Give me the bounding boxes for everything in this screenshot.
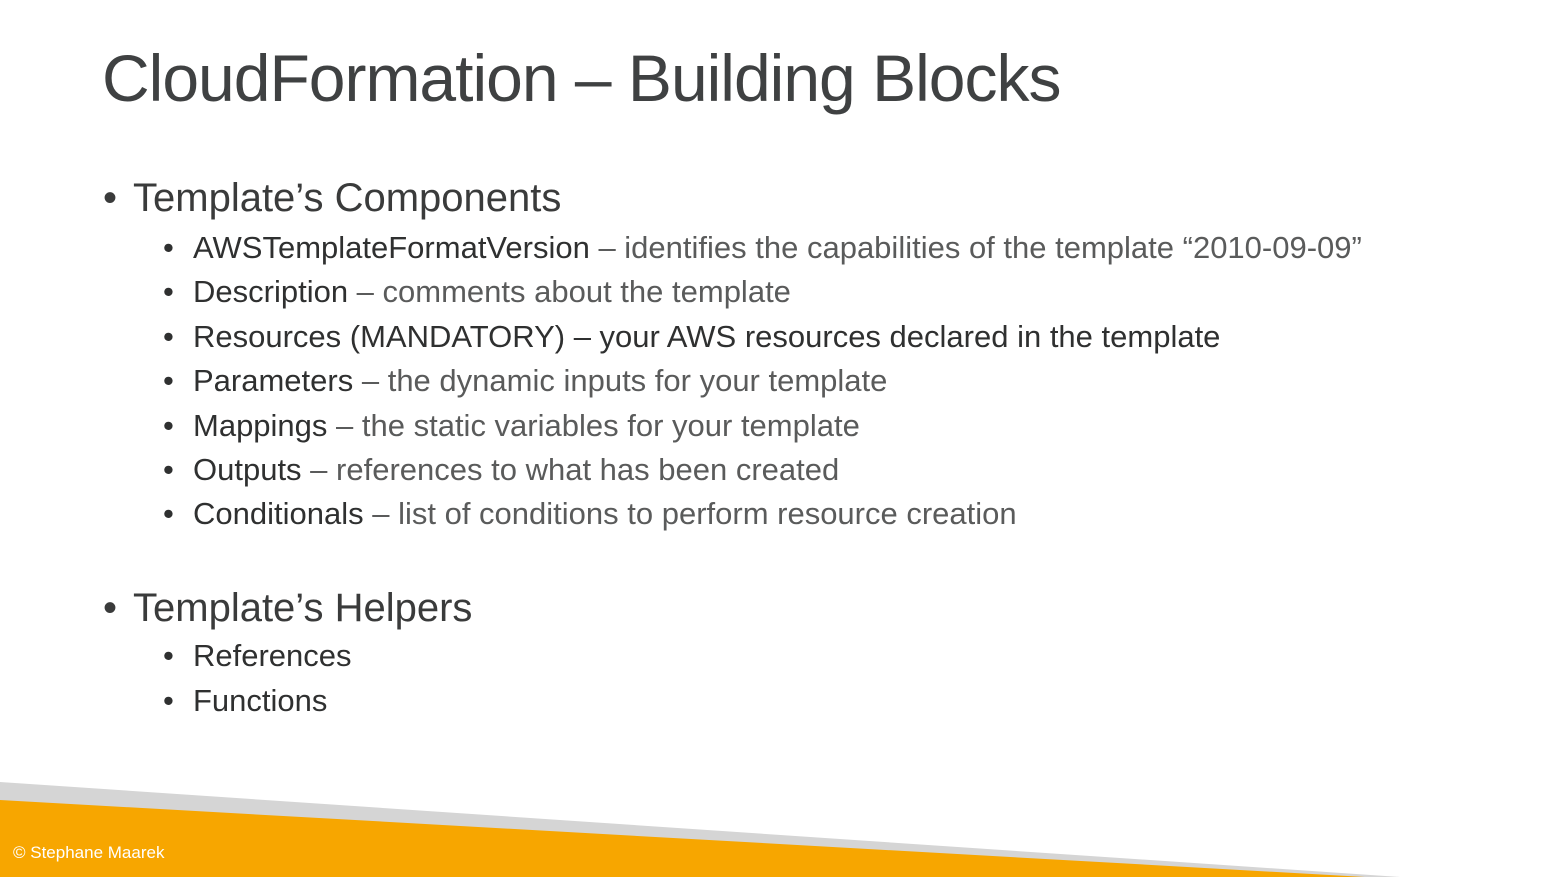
list-item: • Parameters – the dynamic inputs for you… <box>163 363 887 399</box>
item-desc: – comments about the template <box>348 274 791 309</box>
heading-text: Template’s Components <box>133 176 562 220</box>
item-desc: – the static variables for your template <box>327 408 860 443</box>
list-item: • Functions <box>163 683 327 719</box>
list-item: • Mappings – the static variables for you… <box>163 408 860 444</box>
bullet: • <box>163 683 174 718</box>
item-desc: – identifies the capabilities of the tem… <box>589 230 1362 265</box>
list-item: • Resources (MANDATORY) – your AWS resour… <box>163 319 1220 355</box>
item-term: Outputs <box>193 452 302 487</box>
bullet: • <box>163 408 174 443</box>
item-term: Mappings <box>193 408 328 443</box>
item-desc: – the dynamic inputs for your template <box>353 363 888 398</box>
bullet: • <box>163 452 174 487</box>
item-term: Resources (MANDATORY) <box>193 319 566 354</box>
list-item: • References <box>163 638 352 674</box>
item-term: Description <box>193 274 349 309</box>
item-desc: – your AWS resources declared in the tem… <box>565 319 1221 354</box>
copyright-footer: © Stephane Maarek <box>13 843 165 862</box>
section-heading: • Template’s Components <box>103 176 561 221</box>
list-item: • Outputs – references to what has been c… <box>163 452 839 488</box>
list-item: • AWSTemplateFormatVersion – identifies t… <box>163 230 1362 266</box>
bullet: • <box>103 176 118 220</box>
bullet: • <box>163 638 174 673</box>
section-heading: • Template’s Helpers <box>103 586 472 631</box>
bullet: • <box>163 496 174 531</box>
item-term: Functions <box>193 683 328 718</box>
item-term: Conditionals <box>193 496 364 531</box>
list-item: • Conditionals – list of conditions to pe… <box>163 496 1017 532</box>
slide-title: CloudFormation – Building Blocks <box>102 41 1061 115</box>
bullet: • <box>163 319 174 354</box>
item-term: AWSTemplateFormatVersion <box>193 230 590 265</box>
bullet: • <box>163 230 174 265</box>
item-desc: – references to what has been created <box>301 452 840 487</box>
item-desc: – list of conditions to perform resource… <box>363 496 1017 531</box>
list-item: • Description – comments about the templa… <box>163 274 791 310</box>
bullet: • <box>163 274 174 309</box>
bullet: • <box>103 586 118 630</box>
item-term: Parameters <box>193 363 354 398</box>
item-term: References <box>193 638 352 673</box>
heading-text: Template’s Helpers <box>133 586 473 630</box>
bullet: • <box>163 363 174 398</box>
